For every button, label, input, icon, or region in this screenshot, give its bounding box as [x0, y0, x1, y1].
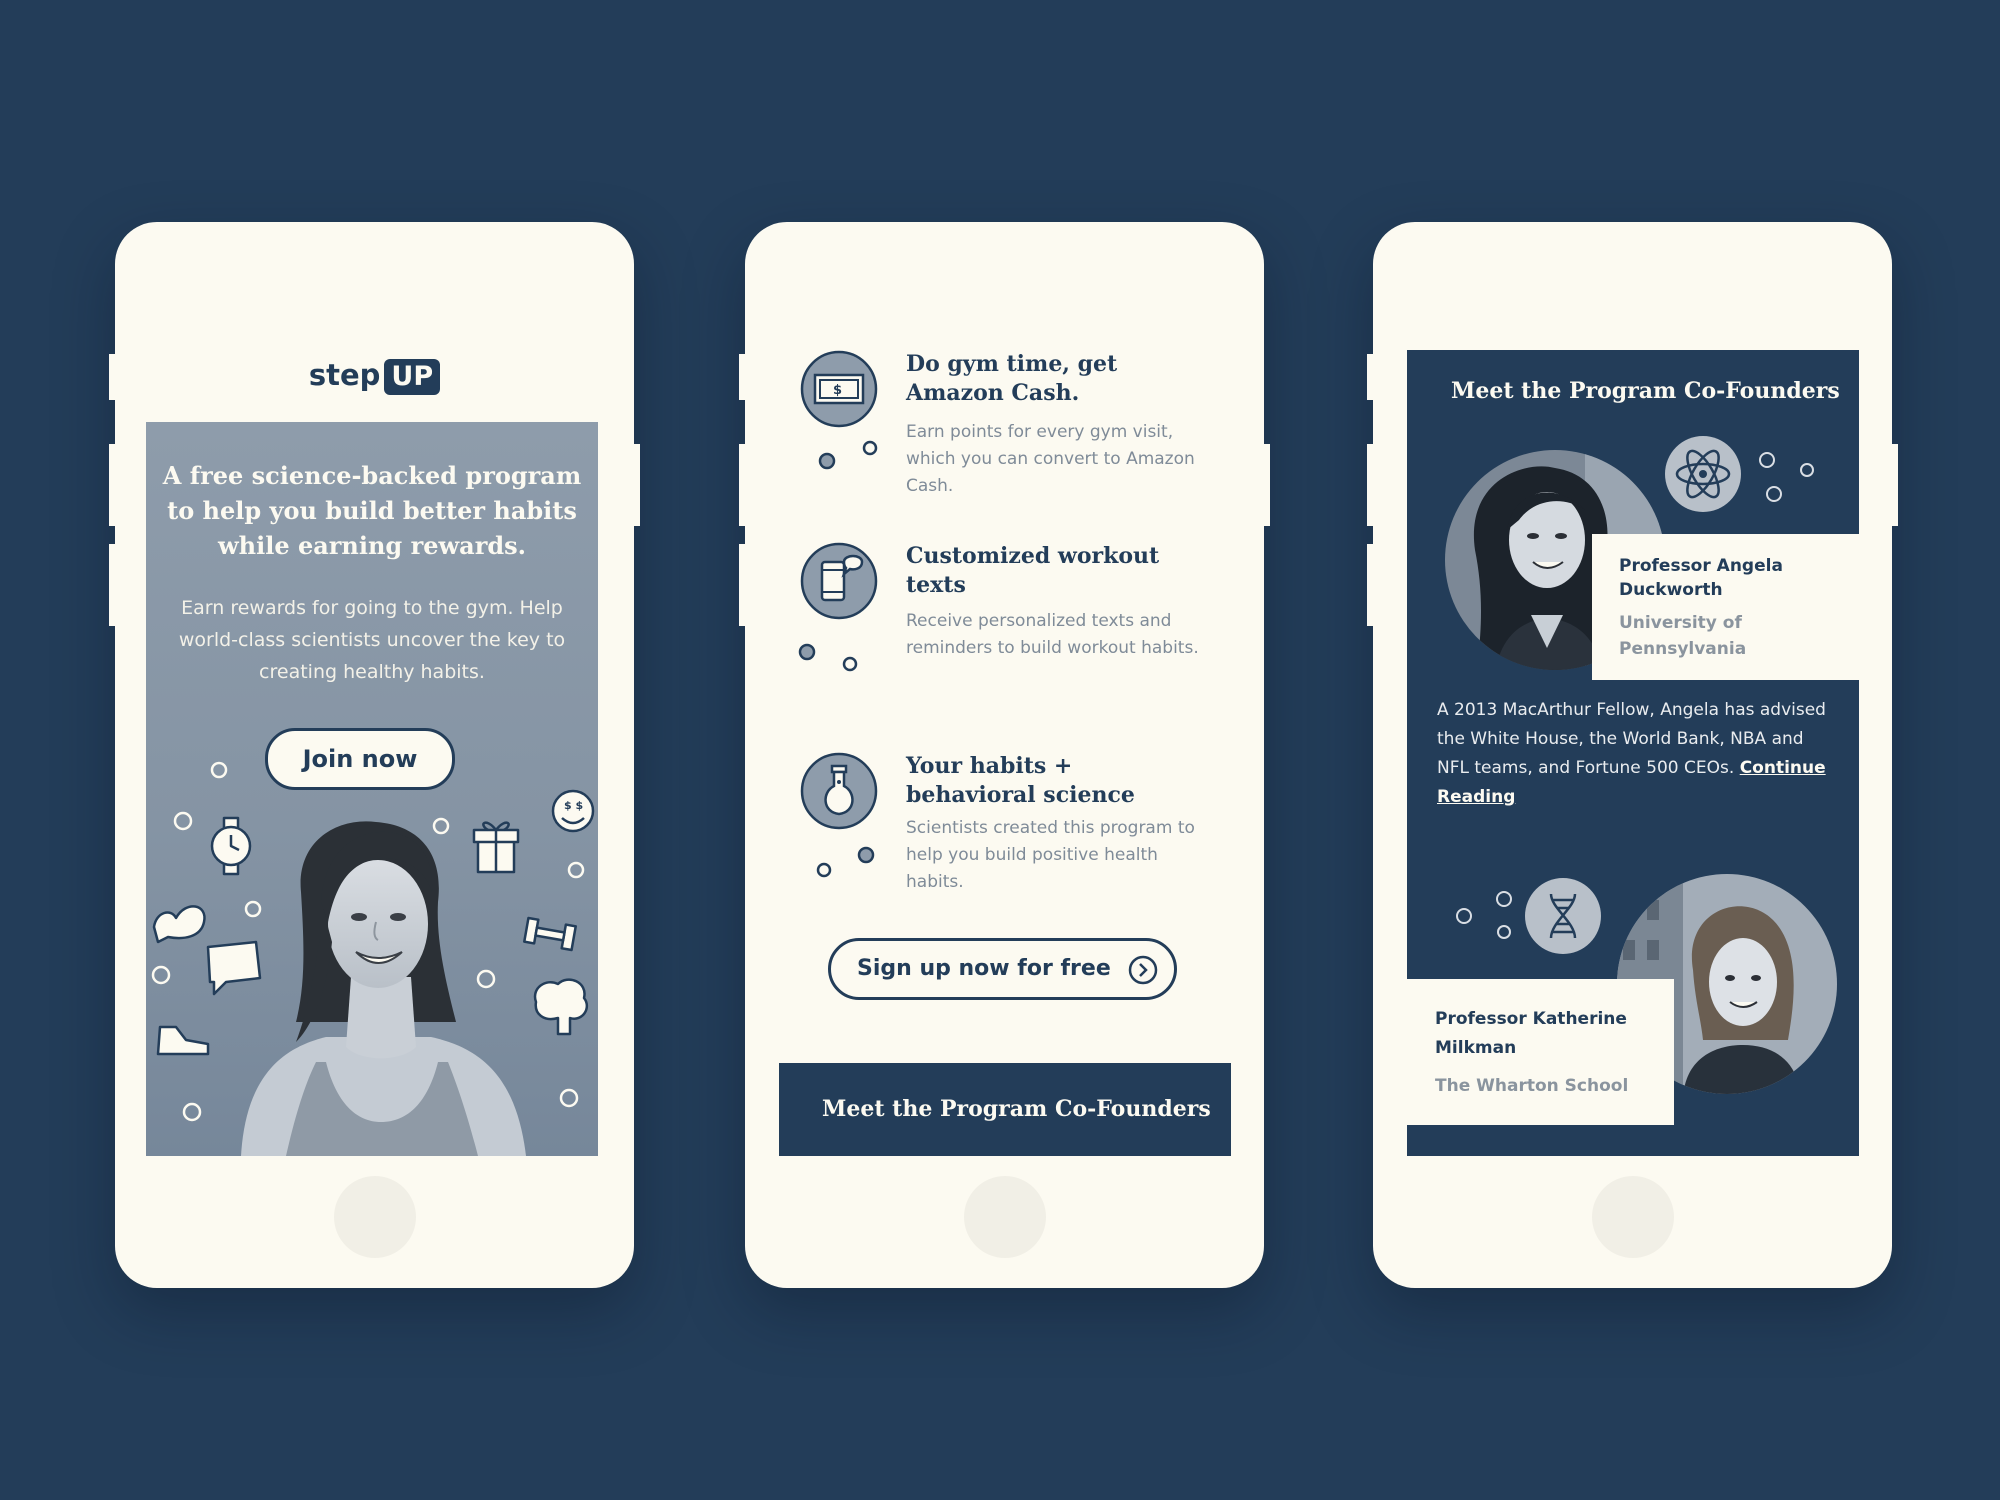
- svg-text:$: $: [833, 383, 842, 398]
- phone-side-button: [1367, 444, 1373, 526]
- feature-item: Your habits + behavioral science Scienti…: [800, 752, 1240, 942]
- home-button[interactable]: [333, 1176, 416, 1258]
- feature-title: Your habits + behavioral science: [906, 753, 1135, 808]
- brain-icon: [533, 978, 589, 1036]
- phone-side-button: [1367, 544, 1373, 626]
- bubble-decoration: [798, 643, 858, 672]
- bubble-decoration: [1759, 452, 1814, 502]
- founder-name: Professor Katherine Milkman: [1435, 1009, 1627, 1058]
- dna-icon: [1525, 878, 1601, 954]
- logo-badge: UP: [384, 359, 441, 395]
- phone-side-button: [739, 354, 745, 400]
- doodle-layer: $ $: [151, 761, 595, 1122]
- meet-cofounders-bar[interactable]: Meet the Program Co-Founders: [779, 1063, 1231, 1156]
- phone-side-button: [1892, 444, 1898, 526]
- home-button[interactable]: [1591, 1176, 1674, 1258]
- cash-icon: $: [800, 350, 878, 428]
- feature-title: Do gym time, get Amazon Cash.: [906, 351, 1118, 406]
- atom-icon: [1665, 436, 1741, 512]
- bubble-decoration: [1456, 891, 1512, 939]
- money-smile-icon: $ $: [551, 789, 595, 833]
- phone-side-button: [1367, 354, 1373, 400]
- bubble-decoration: [818, 440, 878, 470]
- gift-icon: [472, 821, 520, 874]
- logo-word: step: [308, 358, 381, 392]
- phone-message-icon: [800, 542, 878, 620]
- phone-side-button: [109, 544, 115, 626]
- founder-school: The Wharton School: [1435, 1076, 1629, 1096]
- dumbbell-icon: [523, 916, 577, 952]
- phone-side-button: [634, 444, 640, 526]
- home-button[interactable]: [963, 1176, 1046, 1258]
- phone-side-button: [739, 444, 745, 526]
- feature-item: $ Do gym time, get Amazon Cash. Earn poi…: [800, 350, 1240, 540]
- phone-side-button: [1264, 444, 1270, 526]
- phone-side-button: [739, 544, 745, 626]
- flask-icon: [800, 752, 878, 830]
- founder-card: Professor Angela Duckworth University of…: [1592, 534, 1859, 680]
- founder-bio: A 2013 MacArthur Fellow, Angela has advi…: [1437, 696, 1837, 812]
- sign-up-label: Sign up now for free: [857, 956, 1111, 981]
- stepup-logo: step UP: [115, 358, 634, 395]
- phone-screen-cofounders: Meet the Program Co-Founders Professor A…: [1367, 222, 1898, 1288]
- chat-bubble-icon: [206, 940, 262, 996]
- arrow-right-circle-icon: [1128, 955, 1158, 985]
- feature-text: Receive personalized texts and reminders…: [906, 611, 1199, 658]
- sign-up-button[interactable]: Sign up now for free: [828, 938, 1177, 1000]
- hero-section: A free science-backed program to help yo…: [146, 422, 598, 1156]
- phone-screen-features: $ Do gym time, get Amazon Cash. Earn poi…: [739, 222, 1270, 1288]
- sneaker-icon: [156, 1025, 210, 1056]
- feature-item: Customized workout texts Receive persona…: [798, 542, 1240, 732]
- cofounders-section: Meet the Program Co-Founders Professor A…: [1407, 350, 1859, 1156]
- feature-title: Customized workout texts: [906, 543, 1160, 598]
- cofounders-title: Meet the Program Co-Founders: [1451, 378, 1840, 404]
- meet-cofounders-label: Meet the Program Co-Founders: [822, 1096, 1211, 1122]
- watch-icon: [210, 816, 252, 876]
- feature-text: Scientists created this program to help …: [906, 818, 1195, 892]
- feature-text: Earn points for every gym visit, which y…: [906, 422, 1195, 496]
- bubble-decoration: [816, 846, 875, 878]
- phone-screen-home: step UP A free science-backed program to …: [109, 222, 640, 1288]
- founder-name: Professor Angela Duckworth: [1619, 556, 1783, 600]
- founder-school: University of Pennsylvania: [1619, 613, 1747, 659]
- phone-side-button: [109, 444, 115, 526]
- svg-text:$ $: $ $: [564, 799, 583, 812]
- muscle-arm-icon: [152, 905, 206, 944]
- founder-card: Professor Katherine Milkman The Wharton …: [1407, 979, 1674, 1125]
